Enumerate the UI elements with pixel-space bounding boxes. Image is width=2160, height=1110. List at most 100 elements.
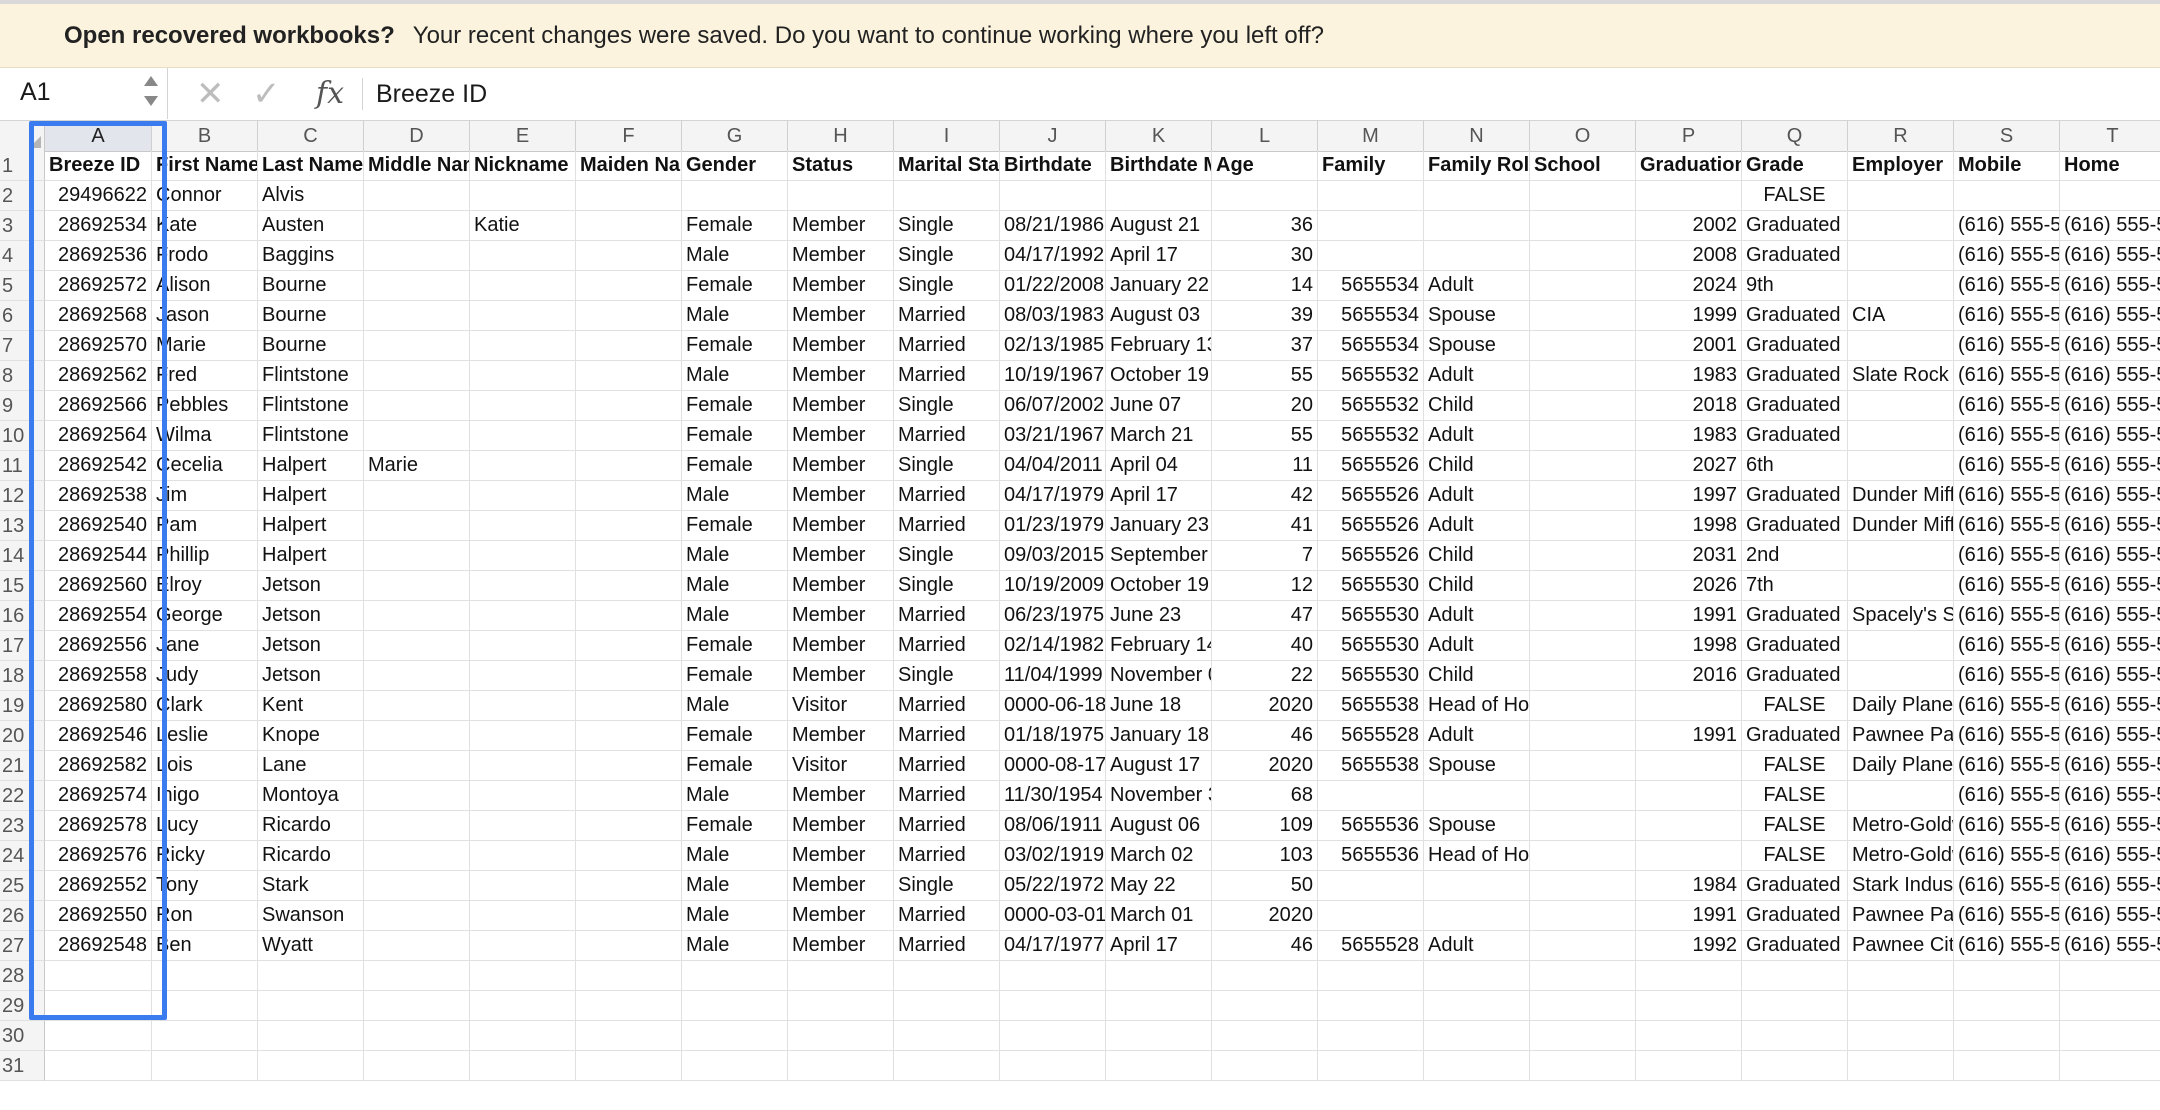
empty-cell[interactable] <box>258 1051 364 1081</box>
cell-s23[interactable]: (616) 555-5555 <box>1954 811 2060 841</box>
cell-o22[interactable] <box>1530 781 1636 811</box>
cell-o9[interactable] <box>1530 391 1636 421</box>
column-header-n[interactable]: N <box>1424 121 1530 151</box>
empty-cell[interactable] <box>1318 1051 1424 1081</box>
cell-s13[interactable]: (616) 555-5555 <box>1954 511 2060 541</box>
cell-k11[interactable]: April 04 <box>1106 451 1212 481</box>
cell-l13[interactable]: 41 <box>1212 511 1318 541</box>
cell-m17[interactable]: 5655530 <box>1318 631 1424 661</box>
cell-q5[interactable]: 9th <box>1742 271 1848 301</box>
cell-n6[interactable]: Spouse <box>1424 301 1530 331</box>
row-header-2[interactable]: 2 <box>0 181 45 211</box>
cell-i26[interactable]: Married <box>894 901 1000 931</box>
empty-cell[interactable] <box>1530 991 1636 1021</box>
cell-q21[interactable]: FALSE <box>1742 751 1848 781</box>
empty-cell[interactable] <box>1212 961 1318 991</box>
cell-t21[interactable]: (616) 555-5555 <box>2060 751 2160 781</box>
row-header-8[interactable]: 8 <box>0 361 45 391</box>
cell-p13[interactable]: 1998 <box>1636 511 1742 541</box>
row-header-31[interactable]: 31 <box>0 1051 45 1081</box>
cell-c15[interactable]: Jetson <box>258 571 364 601</box>
header-cell-e[interactable]: Nickname <box>470 151 576 181</box>
cell-i6[interactable]: Married <box>894 301 1000 331</box>
cell-j4[interactable]: 04/17/1992 <box>1000 241 1106 271</box>
cell-e4[interactable] <box>470 241 576 271</box>
cell-c17[interactable]: Jetson <box>258 631 364 661</box>
cell-n13[interactable]: Adult <box>1424 511 1530 541</box>
cell-d25[interactable] <box>364 871 470 901</box>
cell-i20[interactable]: Married <box>894 721 1000 751</box>
cell-a2[interactable]: 29496622 <box>45 181 152 211</box>
cell-m6[interactable]: 5655534 <box>1318 301 1424 331</box>
cell-i23[interactable]: Married <box>894 811 1000 841</box>
cell-q11[interactable]: 6th <box>1742 451 1848 481</box>
column-header-h[interactable]: H <box>788 121 894 151</box>
cell-q8[interactable]: Graduated <box>1742 361 1848 391</box>
cell-m4[interactable] <box>1318 241 1424 271</box>
cell-m10[interactable]: 5655532 <box>1318 421 1424 451</box>
cell-e16[interactable] <box>470 601 576 631</box>
cell-t14[interactable]: (616) 555-5555 <box>2060 541 2160 571</box>
empty-cell[interactable] <box>1636 1021 1742 1051</box>
cell-r19[interactable]: Daily Planet <box>1848 691 1954 721</box>
cell-b15[interactable]: Elroy <box>152 571 258 601</box>
cell-p19[interactable] <box>1636 691 1742 721</box>
cell-i17[interactable]: Married <box>894 631 1000 661</box>
cell-t7[interactable]: (616) 555-5555 <box>2060 331 2160 361</box>
cell-l19[interactable]: 2020 <box>1212 691 1318 721</box>
cell-d9[interactable] <box>364 391 470 421</box>
cell-n12[interactable]: Adult <box>1424 481 1530 511</box>
cell-p6[interactable]: 1999 <box>1636 301 1742 331</box>
cell-m12[interactable]: 5655526 <box>1318 481 1424 511</box>
cell-k27[interactable]: April 17 <box>1106 931 1212 961</box>
empty-cell[interactable] <box>152 1051 258 1081</box>
cell-q15[interactable]: 7th <box>1742 571 1848 601</box>
cell-o26[interactable] <box>1530 901 1636 931</box>
cell-s26[interactable]: (616) 555-5555 <box>1954 901 2060 931</box>
header-cell-r[interactable]: Employer <box>1848 151 1954 181</box>
cell-g4[interactable]: Male <box>682 241 788 271</box>
cell-e26[interactable] <box>470 901 576 931</box>
cell-q14[interactable]: 2nd <box>1742 541 1848 571</box>
cell-s14[interactable]: (616) 555-5555 <box>1954 541 2060 571</box>
empty-cell[interactable] <box>258 991 364 1021</box>
cell-n11[interactable]: Child <box>1424 451 1530 481</box>
cell-o17[interactable] <box>1530 631 1636 661</box>
column-header-f[interactable]: F <box>576 121 682 151</box>
cell-f3[interactable] <box>576 211 682 241</box>
cell-i12[interactable]: Married <box>894 481 1000 511</box>
cell-t22[interactable]: (616) 555-5555 <box>2060 781 2160 811</box>
cell-n7[interactable]: Spouse <box>1424 331 1530 361</box>
empty-cell[interactable] <box>1000 1021 1106 1051</box>
empty-cell[interactable] <box>1212 991 1318 1021</box>
cell-c13[interactable]: Halpert <box>258 511 364 541</box>
empty-cell[interactable] <box>788 991 894 1021</box>
cell-f13[interactable] <box>576 511 682 541</box>
cell-l7[interactable]: 37 <box>1212 331 1318 361</box>
row-header-3[interactable]: 3 <box>0 211 45 241</box>
cell-s25[interactable]: (616) 555-5555 <box>1954 871 2060 901</box>
cell-f2[interactable] <box>576 181 682 211</box>
empty-cell[interactable] <box>894 1051 1000 1081</box>
cell-e7[interactable] <box>470 331 576 361</box>
cell-h23[interactable]: Member <box>788 811 894 841</box>
cell-l11[interactable]: 11 <box>1212 451 1318 481</box>
cell-m27[interactable]: 5655528 <box>1318 931 1424 961</box>
cell-j22[interactable]: 11/30/1954 <box>1000 781 1106 811</box>
empty-cell[interactable] <box>682 1051 788 1081</box>
empty-cell[interactable] <box>45 961 152 991</box>
cell-j19[interactable]: 0000-06-18 <box>1000 691 1106 721</box>
cell-d15[interactable] <box>364 571 470 601</box>
row-header-23[interactable]: 23 <box>0 811 45 841</box>
cell-p21[interactable] <box>1636 751 1742 781</box>
cell-e27[interactable] <box>470 931 576 961</box>
cell-q18[interactable]: Graduated <box>1742 661 1848 691</box>
cell-t26[interactable]: (616) 555-5555 <box>2060 901 2160 931</box>
row-header-9[interactable]: 9 <box>0 391 45 421</box>
cell-m22[interactable] <box>1318 781 1424 811</box>
cell-f27[interactable] <box>576 931 682 961</box>
cell-t16[interactable]: (616) 555-5555 <box>2060 601 2160 631</box>
cell-h10[interactable]: Member <box>788 421 894 451</box>
cell-g26[interactable]: Male <box>682 901 788 931</box>
empty-cell[interactable] <box>152 1021 258 1051</box>
